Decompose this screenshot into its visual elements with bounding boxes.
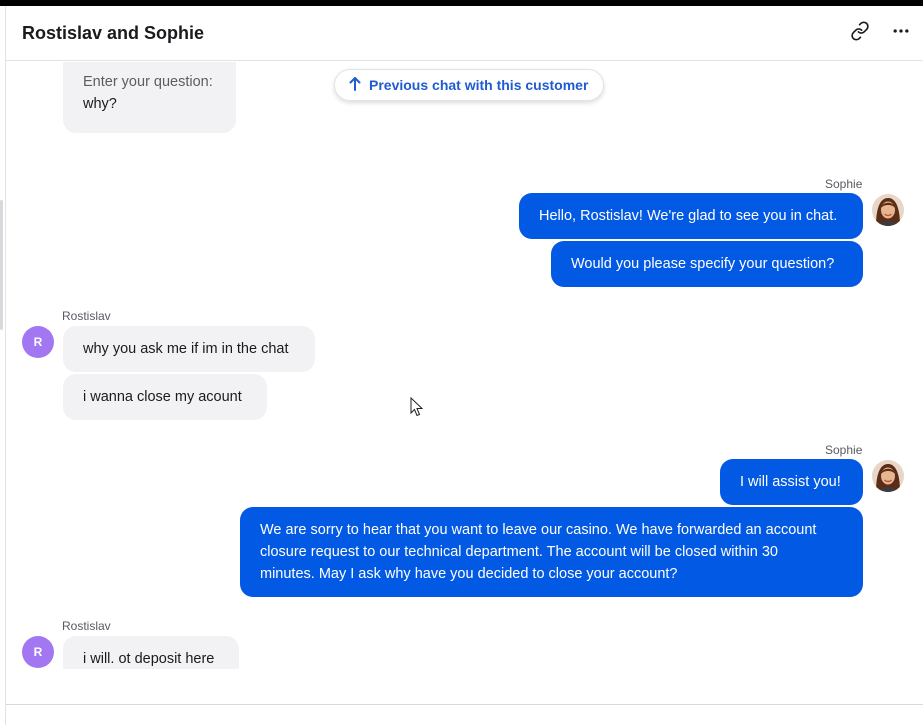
customer-message: why you ask me if im in the chat <box>63 326 315 372</box>
previous-chat-label: Previous chat with this customer <box>369 77 589 93</box>
sender-name: Rostislav <box>62 309 111 323</box>
customer-message: i will. ot deposit here <box>63 636 239 669</box>
resize-handle[interactable] <box>0 200 3 330</box>
message-line: We are sorry to hear that you want to le… <box>260 522 817 538</box>
arrow-up-icon <box>349 76 361 94</box>
sender-name: Sophie <box>825 177 863 191</box>
more-horizontal-icon <box>891 21 911 46</box>
sender-name: Sophie <box>825 443 863 457</box>
mouse-cursor-icon <box>410 396 424 417</box>
agent-message: Hello, Rostislav! We're glad to see you … <box>519 193 863 239</box>
agent-message: I will assist you! <box>720 459 863 505</box>
sender-name: Rostislav <box>62 619 111 633</box>
agent-message: Would you please specify your question? <box>551 241 863 287</box>
message-line: why? <box>83 96 117 112</box>
chat-header: Rostislav and Sophie <box>6 6 923 61</box>
composer-divider <box>6 704 923 705</box>
customer-avatar: R <box>22 636 54 668</box>
previous-chat-button[interactable]: Previous chat with this customer <box>334 69 605 101</box>
chat-title: Rostislav and Sophie <box>22 23 205 43</box>
link-icon <box>850 20 870 46</box>
customer-message: Enter your question: why? <box>63 62 236 133</box>
message-line: closure request to our technical departm… <box>260 544 778 560</box>
chat-messages[interactable]: Enter your question: why? Previous chat … <box>6 62 923 669</box>
copy-link-button[interactable] <box>848 20 872 46</box>
message-line: minutes. May I ask why have you decided … <box>260 566 678 582</box>
agent-avatar <box>872 194 904 226</box>
message-line: Enter your question: <box>83 74 213 90</box>
more-options-button[interactable] <box>889 21 913 45</box>
customer-avatar: R <box>22 326 54 358</box>
customer-message: i wanna close my acount <box>63 374 267 420</box>
agent-message: We are sorry to hear that you want to le… <box>240 507 863 597</box>
agent-avatar <box>872 460 904 492</box>
